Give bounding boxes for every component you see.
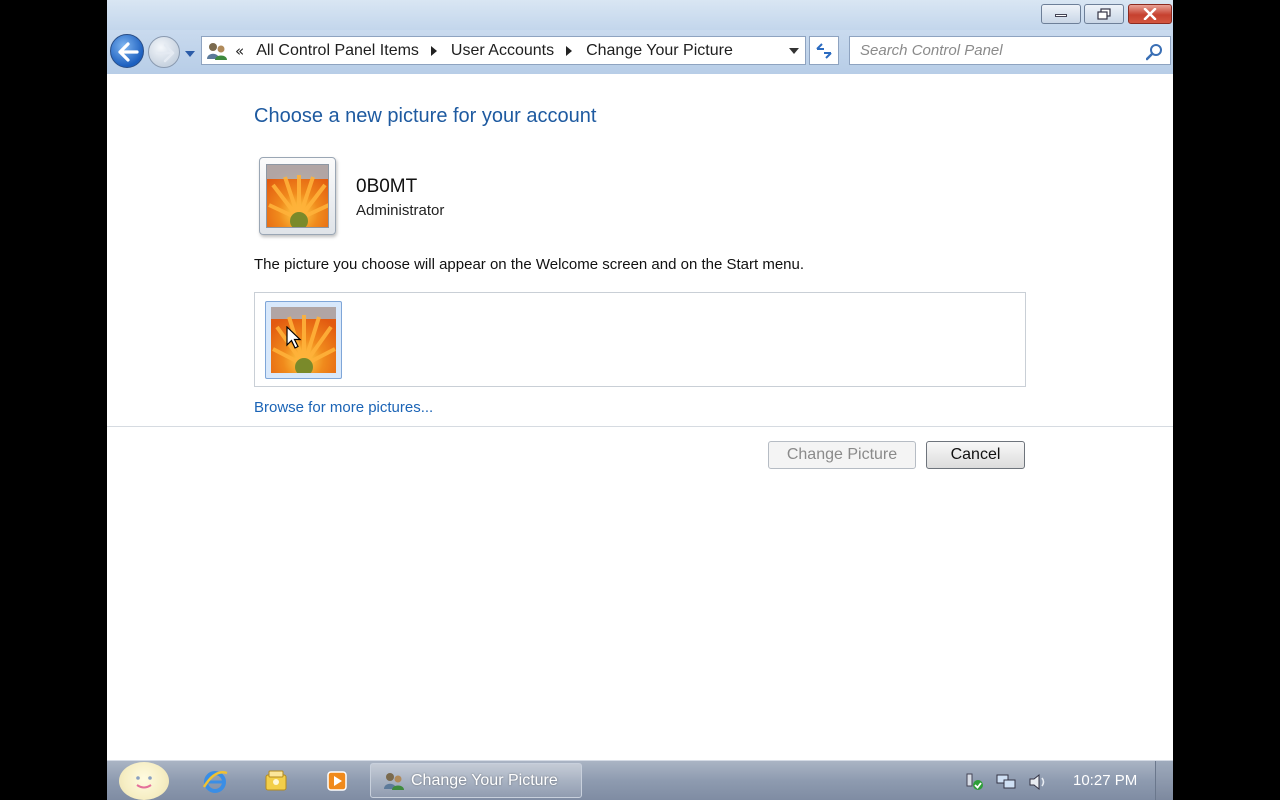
internet-explorer-icon[interactable] [201, 767, 229, 795]
minimize-icon [1055, 14, 1067, 17]
picture-list [254, 292, 1026, 387]
current-account-picture [266, 164, 329, 228]
main-content: Choose a new picture for your account 0B… [107, 74, 1173, 760]
show-desktop-button[interactable] [1155, 761, 1173, 800]
picture-option-flower[interactable] [265, 301, 342, 379]
refresh-icon [816, 42, 832, 59]
user-accounts-icon [384, 772, 404, 790]
start-button[interactable] [119, 762, 169, 800]
breadcrumb-all-control-panel-items[interactable]: All Control Panel Items [256, 42, 419, 60]
media-player-icon[interactable] [323, 767, 351, 795]
clock[interactable]: 10:27 PM [1073, 772, 1137, 789]
restore-button[interactable] [1084, 4, 1124, 24]
user-accounts-icon [207, 42, 227, 60]
search-icon[interactable] [1146, 43, 1164, 61]
breadcrumb-overflow[interactable]: « [235, 42, 244, 60]
start-orb-icon [136, 776, 152, 789]
breadcrumb-change-your-picture[interactable]: Change Your Picture [586, 42, 733, 60]
breadcrumb-user-accounts[interactable]: User Accounts [451, 42, 554, 60]
description-text: The picture you choose will appear on th… [254, 256, 805, 273]
volume-icon[interactable] [1027, 772, 1049, 792]
search-box[interactable] [849, 36, 1171, 65]
restore-icon [1085, 5, 1123, 23]
taskbar: Change Your Picture 10:27 PM [107, 760, 1173, 800]
divider [107, 426, 1173, 427]
search-input[interactable] [850, 37, 1140, 64]
refresh-button[interactable] [809, 36, 839, 65]
account-name: 0B0MT [356, 176, 418, 197]
address-dropdown-icon[interactable] [789, 48, 799, 54]
control-panel-window: « All Control Panel Items User Accounts … [107, 0, 1173, 800]
breadcrumb-separator[interactable] [430, 45, 437, 56]
mouse-cursor-icon [286, 326, 302, 349]
address-bar[interactable]: « All Control Panel Items User Accounts … [201, 36, 806, 65]
account-picture-frame [259, 157, 336, 235]
taskbar-item-change-your-picture[interactable]: Change Your Picture [370, 763, 582, 798]
change-picture-button[interactable]: Change Picture [768, 441, 916, 469]
forward-button[interactable] [148, 36, 180, 68]
back-button[interactable] [110, 34, 144, 68]
account-type: Administrator [356, 202, 445, 219]
forward-arrow-icon [155, 43, 175, 63]
minimize-button[interactable] [1041, 4, 1081, 24]
browse-pictures-link[interactable]: Browse for more pictures... [254, 399, 433, 416]
chevron-down-icon [185, 51, 195, 57]
page-title: Choose a new picture for your account [254, 105, 597, 127]
recent-pages-button[interactable] [184, 45, 196, 57]
network-icon[interactable] [995, 772, 1017, 792]
back-arrow-icon [118, 42, 139, 62]
title-bar[interactable] [107, 0, 1173, 30]
breadcrumb-separator[interactable] [566, 45, 573, 56]
close-button[interactable] [1128, 4, 1172, 24]
navigation-bar: « All Control Panel Items User Accounts … [107, 30, 1173, 74]
action-center-icon[interactable] [963, 772, 985, 792]
cancel-button[interactable]: Cancel [926, 441, 1025, 469]
flower-picture [271, 307, 336, 373]
taskbar-item-label: Change Your Picture [411, 771, 558, 789]
close-icon [1129, 5, 1171, 23]
windows-explorer-icon[interactable] [262, 767, 290, 795]
